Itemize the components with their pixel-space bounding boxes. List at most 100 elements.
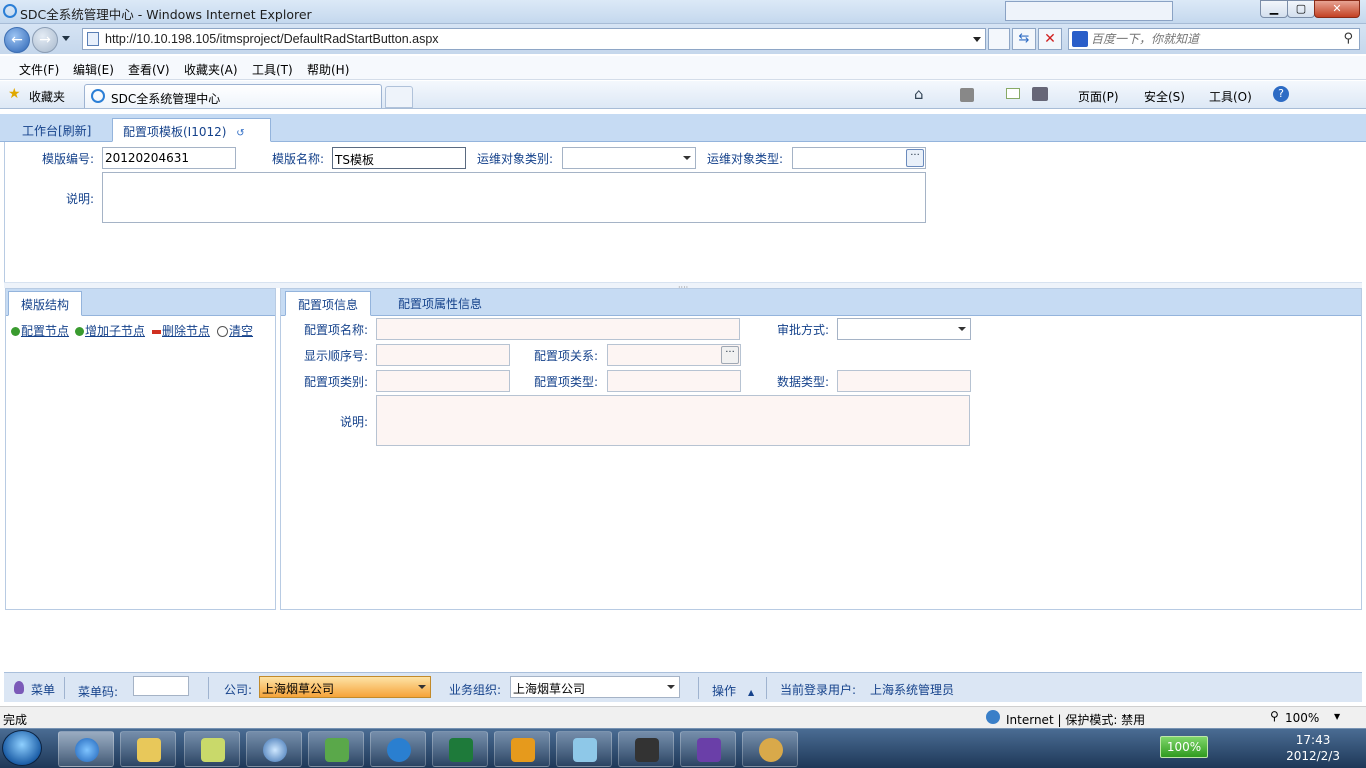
add-child-node-link[interactable]: 增加子节点 [75,322,145,339]
address-field[interactable]: http://10.10.198.105/itmsproject/Default… [82,28,986,50]
taskbar-ie[interactable] [58,731,114,767]
ops-type-label: 运维对象类型: [707,152,784,166]
template-structure-panel: 模版结构 配置节点 增加子节点 删除节点 清空 [5,288,276,610]
menu-view[interactable]: 查看(V) [128,61,170,78]
ops-type-picker[interactable]: ··· [792,147,926,169]
ellipsis-icon[interactable]: ··· [906,149,924,167]
ops-category-select[interactable] [562,147,696,169]
taskbar-folder2[interactable] [184,731,240,767]
template-name-label: 模版名称: [272,152,325,166]
chevron-down-icon [683,156,691,160]
tab-config-item-attr[interactable]: 配置项属性信息 [386,291,494,316]
feeds-icon[interactable] [960,88,974,102]
browser-tab-sdc[interactable]: SDC全系统管理中心 [84,84,382,108]
page-menu[interactable]: 页面(P) [1078,88,1119,105]
security-zone[interactable]: Internet | 保护模式: 禁用 [1006,711,1145,728]
order-field[interactable] [376,344,510,366]
menu-tools[interactable]: 工具(T) [252,61,293,78]
operations-button[interactable]: 操作 ▲ [712,682,754,699]
config-node-link[interactable]: 配置节点 [11,322,69,339]
start-button[interactable] [2,730,42,766]
address-dropdown-icon[interactable] [973,37,981,42]
type-field[interactable] [607,370,741,392]
delete-node-link[interactable]: 删除节点 [152,322,210,339]
approve-select[interactable] [837,318,971,340]
back-button[interactable]: ← [4,27,30,53]
delete-icon [152,329,161,334]
home-icon[interactable]: ⌂ [914,85,924,103]
menu-file[interactable]: 文件(F) [19,61,59,78]
template-code-field[interactable]: 20120204631 [102,147,236,169]
menu-help[interactable]: 帮助(H) [307,61,349,78]
forward-button[interactable]: → [32,27,58,53]
chevron-down-icon[interactable]: ▼ [1334,712,1340,721]
maximize-button[interactable]: ▢ [1287,0,1315,18]
divider [208,677,209,699]
item-name-field[interactable] [376,318,740,340]
menu-button[interactable]: 菜单 [31,681,55,698]
users-icon [325,738,349,762]
add-child-node-label: 增加子节点 [85,324,146,338]
data-type-field[interactable] [837,370,971,392]
window-title: SDC全系统管理中心 - Windows Internet Explorer [20,7,312,22]
zoom-icon: ⚲ [1270,709,1279,723]
taskbar-vs[interactable] [680,731,736,767]
taskbar-explorer[interactable] [120,731,176,767]
taskbar-users[interactable] [308,731,364,767]
tab-template-structure[interactable]: 模版结构 [8,291,83,316]
taskbar-excel[interactable] [432,731,488,767]
history-dropdown-icon[interactable] [62,36,70,41]
safety-menu[interactable]: 安全(S) [1144,88,1185,105]
globe-icon [263,738,287,762]
menu-code-label: 菜单码: [78,685,119,699]
menu-code-field[interactable] [133,676,189,696]
paint-icon [759,738,783,762]
taskbar-app[interactable] [370,731,426,767]
current-user-value: 上海系统管理员 [870,683,955,697]
divider [698,677,699,699]
minimize-button[interactable]: ▁ [1260,0,1288,18]
help-icon[interactable]: ? [1273,86,1289,102]
tab-refresh-icon[interactable]: ↺ [236,128,244,139]
system-clock[interactable]: 17:43 2012/2/3 [1286,732,1340,764]
new-tab-button[interactable] [385,86,413,108]
battery-indicator[interactable]: 100% [1160,736,1208,758]
taskbar-paint[interactable] [742,731,798,767]
menu-edit[interactable]: 编辑(E) [73,61,114,78]
zoom-level[interactable]: 100% [1285,711,1319,725]
ellipsis-icon[interactable]: ··· [721,346,739,364]
terminal-icon [635,738,659,762]
category-field[interactable] [376,370,510,392]
taskbar-network[interactable] [246,731,302,767]
search-input[interactable] [1091,30,1331,48]
org-select[interactable]: 上海烟草公司 [510,676,680,698]
company-select[interactable]: 上海烟草公司 [259,676,431,698]
refresh-icon[interactable]: ⇆ [1012,28,1036,50]
chevron-down-icon [418,685,426,689]
favorites-button[interactable]: 收藏夹 [29,88,65,105]
template-name-field[interactable]: TS模板 [332,147,466,169]
compat-view-icon[interactable] [988,28,1010,50]
close-button[interactable]: ✕ [1314,0,1360,18]
tab-config-template[interactable]: 配置项模板(I1012) ↺ ✖ [112,118,271,154]
taskbar-notes[interactable] [556,731,612,767]
clear-link[interactable]: 清空 [217,322,253,339]
relation-picker[interactable]: ··· [607,344,741,366]
tools-menu[interactable]: 工具(O) [1209,88,1252,105]
item-desc-field[interactable] [376,395,970,446]
print-icon[interactable] [1032,87,1048,101]
search-box[interactable]: ⚲ [1068,28,1360,50]
tab-workbench[interactable]: 工作台[刷新] [12,118,101,142]
star-icon: ★ [8,86,21,102]
compat-toolbar[interactable] [1005,1,1173,21]
taskbar-cmd[interactable] [618,731,674,767]
tab-config-item-info[interactable]: 配置项信息 [285,291,372,316]
search-icon[interactable]: ⚲ [1343,31,1353,46]
globe-icon [986,710,1000,724]
taskbar-outlook[interactable] [494,731,550,767]
status-done: 完成 [3,713,28,727]
template-desc-field[interactable] [102,172,926,223]
stop-icon[interactable]: ✕ [1038,28,1062,50]
mail-icon[interactable] [1006,88,1020,99]
menu-favorites[interactable]: 收藏夹(A) [184,61,238,78]
